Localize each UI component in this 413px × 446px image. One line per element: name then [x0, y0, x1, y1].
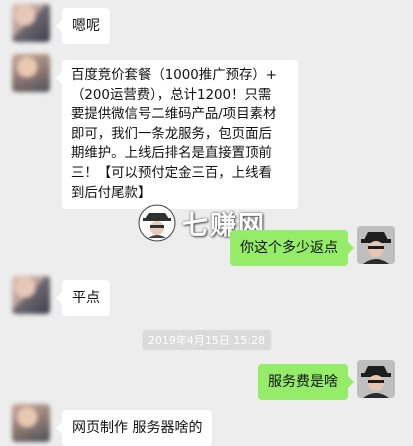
message-text: 嗯呢 [72, 18, 100, 34]
message-line: 三！【可以预付定金三百，上线看 [71, 165, 272, 181]
message-bubble-sent[interactable]: 服务费是啥 [258, 364, 354, 400]
avatar-contact[interactable] [12, 276, 50, 314]
avatar-contact[interactable] [12, 404, 50, 442]
message-bubble-sent[interactable]: 你这个多少返点 [230, 230, 354, 266]
avatar-self[interactable] [357, 360, 395, 398]
message-text: 网页制作 服务器啥的 [72, 420, 203, 436]
message-bubble-received[interactable]: 平点 [56, 280, 110, 316]
avatar-contact[interactable] [12, 54, 50, 92]
message-text: 平点 [72, 290, 100, 306]
message-line: 要提供微信号二维码产品/项目素材 [71, 107, 277, 123]
message-line: 即可，我们一条龙服务，包页面后 [71, 126, 272, 142]
message-line: 期维护。上线后排名是直接置顶前 [71, 146, 272, 162]
message-bubble-received[interactable]: 网页制作 服务器啥的 [55, 410, 213, 446]
message-line: 百度竞价套餐（1000推广预存）+ [71, 68, 277, 83]
message-line: 到后付尾款】 [71, 185, 152, 201]
spy-avatar-icon [357, 360, 395, 398]
avatar-contact[interactable] [12, 4, 50, 42]
message-bubble-received[interactable]: 百度竞价套餐（1000推广预存）+ （200运营费），总计1200！只需 要提供… [56, 60, 298, 210]
message-text: 服务费是啥 [268, 374, 338, 390]
message-line: （200运营费），总计1200！只需 [71, 87, 272, 103]
avatar-self[interactable] [357, 226, 395, 264]
spy-avatar-icon [357, 226, 395, 264]
timestamp: 2019年4月15日 15:28 [141, 330, 272, 350]
message-text: 你这个多少返点 [240, 240, 338, 256]
spy-logo-icon [138, 204, 176, 242]
message-bubble-received[interactable]: 嗯呢 [56, 8, 110, 44]
